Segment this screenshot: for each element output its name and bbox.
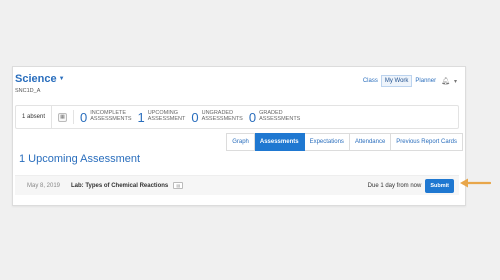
top-nav: Class My Work Planner 🔔︎ ▾: [360, 75, 459, 87]
tab-previous-report-cards[interactable]: Previous Report Cards: [391, 133, 463, 151]
divider: [73, 110, 75, 124]
stat-number: 0: [191, 109, 199, 125]
due-text: Due 1 day from now: [367, 182, 422, 189]
stat-label: UNGRADED ASSESSMENTS: [201, 110, 243, 122]
stat-graded: 0 GRADED ASSESSMENTS: [248, 109, 301, 125]
tab-graph[interactable]: Graph: [226, 133, 255, 151]
chevron-down-icon[interactable]: ▾: [452, 78, 459, 85]
course-card: Science ▼ SNC1D_A Class My Work Planner …: [12, 66, 466, 206]
absent-count: 1 absent: [16, 106, 53, 128]
tab-attendance[interactable]: Attendance: [349, 133, 392, 151]
tab-expectations[interactable]: Expectations: [304, 133, 350, 151]
stat-number: 0: [80, 109, 88, 125]
pointer-arrow-icon: [460, 178, 491, 188]
stat-label: GRADED ASSESSMENTS: [259, 110, 301, 122]
document-icon: ▤: [173, 182, 184, 189]
section-title: 1 Upcoming Assessment: [19, 153, 141, 165]
chevron-down-icon: ▼: [58, 76, 65, 82]
nav-class[interactable]: Class: [360, 76, 381, 86]
stat-ungraded: 0 UNGRADED ASSESSMENTS: [191, 109, 243, 125]
course-code: SNC1D_A: [15, 88, 41, 94]
stat-incomplete: 0 INCOMPLETE ASSESSMENTS: [80, 109, 132, 125]
stat-number: 0: [248, 109, 257, 125]
assessment-row: May 8, 2019 Lab: Types of Chemical React…: [15, 175, 459, 195]
stats-bar: 1 absent ▦ 0 INCOMPLETE ASSESSMENTS 1 UPC…: [15, 105, 459, 129]
stat-upcoming: 1 UPCOMING ASSESSMENT: [137, 109, 186, 125]
stat-label: INCOMPLETE ASSESSMENTS: [90, 110, 132, 122]
nav-planner[interactable]: Planner: [412, 76, 439, 86]
bell-icon[interactable]: 🔔︎: [439, 77, 452, 85]
submit-button[interactable]: Submit: [425, 178, 454, 193]
calendar-icon[interactable]: ▦: [58, 112, 68, 122]
assessment-title[interactable]: Lab: Types of Chemical Reactions: [71, 183, 168, 189]
tab-bar: Graph Assessments Expectations Attendanc…: [226, 133, 463, 151]
stat-number: 1: [137, 109, 145, 125]
course-title-dropdown[interactable]: Science ▼: [15, 73, 65, 85]
stat-label: UPCOMING ASSESSMENT: [147, 110, 186, 122]
tab-assessments[interactable]: Assessments: [254, 133, 305, 151]
course-title: Science: [15, 73, 57, 85]
assessment-date: May 8, 2019: [27, 182, 61, 189]
nav-my-work[interactable]: My Work: [380, 75, 413, 87]
